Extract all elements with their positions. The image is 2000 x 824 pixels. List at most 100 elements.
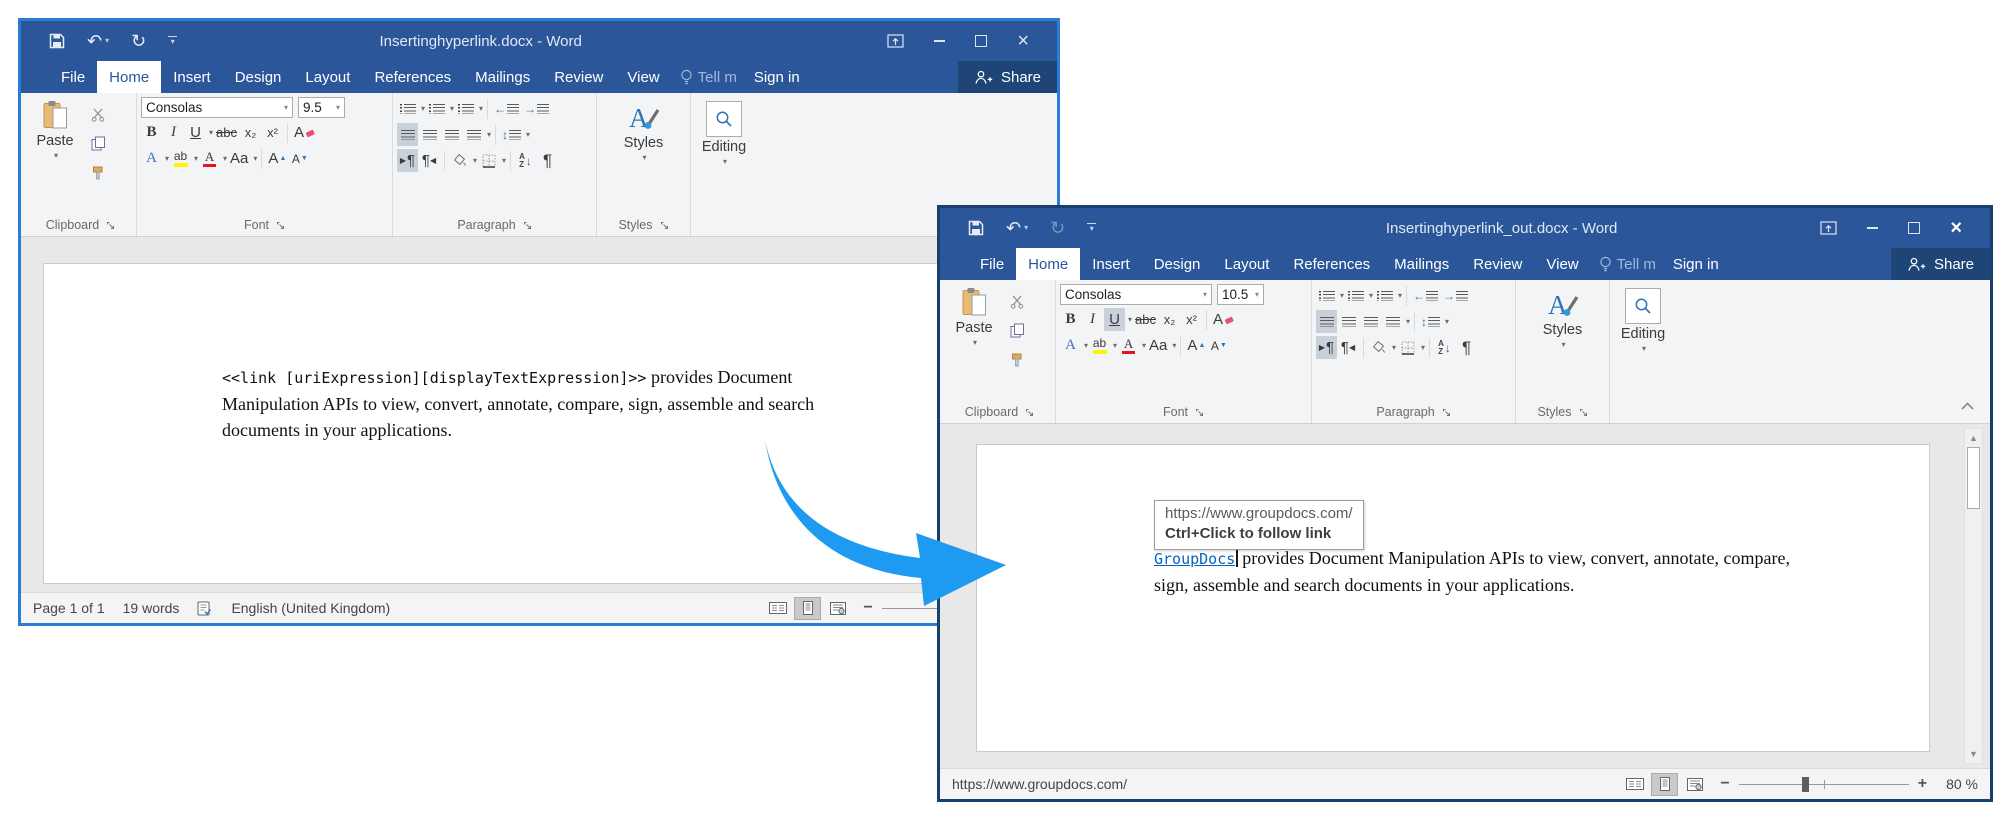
share-button[interactable]: Share	[958, 61, 1057, 93]
tab-home[interactable]: Home	[97, 61, 161, 93]
sign-in-button[interactable]: Sign in	[745, 61, 809, 93]
highlight-button[interactable]: ab	[1089, 334, 1110, 357]
font-color-button[interactable]: A	[199, 147, 220, 170]
document-page[interactable]: https://www.groupdocs.com/ Ctrl+Click to…	[976, 444, 1930, 752]
tab-references[interactable]: References	[362, 61, 463, 93]
font-size-combo[interactable]: 10.5▾	[1217, 284, 1264, 305]
grow-font-button[interactable]: A▲	[266, 147, 288, 170]
dialog-launcher-icon[interactable]	[276, 221, 285, 230]
copy-icon[interactable]	[88, 132, 109, 155]
align-center-icon[interactable]	[419, 123, 440, 146]
sign-in-button[interactable]: Sign in	[1664, 248, 1728, 280]
tab-design[interactable]: Design	[1142, 248, 1213, 280]
tell-me-button[interactable]: Tell m	[1591, 248, 1664, 280]
maximize-button[interactable]	[1908, 222, 1920, 234]
superscript-button[interactable]: x²	[1181, 308, 1202, 331]
text-effects-button[interactable]: A	[1060, 334, 1081, 357]
numbering-icon[interactable]	[1345, 284, 1366, 307]
increase-indent-icon[interactable]: →	[522, 97, 551, 120]
cut-icon[interactable]	[1007, 290, 1028, 313]
tab-file[interactable]: File	[49, 61, 97, 93]
proofing-icon[interactable]	[197, 601, 213, 616]
shading-icon[interactable]	[449, 149, 470, 172]
shading-icon[interactable]	[1368, 336, 1389, 359]
scroll-down-icon[interactable]: ▼	[1965, 745, 1982, 763]
strikethrough-button[interactable]: abc	[1133, 308, 1158, 331]
underline-button[interactable]: U	[1104, 308, 1125, 331]
print-layout-icon[interactable]	[1651, 773, 1678, 796]
font-name-combo[interactable]: Consolas▾	[1060, 284, 1212, 305]
tab-view[interactable]: View	[1534, 248, 1590, 280]
customize-qat-icon[interactable]: ▾	[1087, 223, 1096, 233]
italic-button[interactable]: I	[1082, 308, 1103, 331]
highlight-button[interactable]: ab	[170, 147, 191, 170]
numbering-icon[interactable]	[426, 97, 447, 120]
minimize-button[interactable]	[934, 40, 945, 42]
sort-icon[interactable]: AZ↓	[515, 149, 536, 172]
tab-view[interactable]: View	[615, 61, 671, 93]
underline-caret-icon[interactable]: ▾	[1128, 315, 1132, 324]
tell-me-button[interactable]: Tell m	[672, 61, 745, 93]
justify-icon[interactable]	[1382, 310, 1403, 333]
show-formatting-marks-icon[interactable]: ¶	[1456, 336, 1477, 359]
tab-design[interactable]: Design	[223, 61, 294, 93]
show-formatting-marks-icon[interactable]: ¶	[537, 149, 558, 172]
tab-layout[interactable]: Layout	[1212, 248, 1281, 280]
styles-button[interactable]: A Styles ▾	[1520, 284, 1605, 349]
dialog-launcher-icon[interactable]	[1025, 408, 1034, 417]
font-size-combo[interactable]: 9.5▾	[298, 97, 345, 118]
editing-button[interactable]: Editing ▾	[1614, 284, 1672, 353]
rtl-direction-icon[interactable]: ¶◀	[1338, 336, 1359, 359]
font-color-button[interactable]: A	[1118, 334, 1139, 357]
dialog-launcher-icon[interactable]	[106, 221, 115, 230]
tab-review[interactable]: Review	[542, 61, 615, 93]
grow-font-button[interactable]: A▲	[1185, 334, 1207, 357]
customize-qat-icon[interactable]: ▾	[168, 36, 177, 46]
bullets-icon[interactable]	[1316, 284, 1337, 307]
page-indicator[interactable]: Page 1 of 1	[33, 600, 105, 616]
align-left-icon[interactable]	[1316, 310, 1337, 333]
vertical-scrollbar[interactable]: ▲ ▼	[1964, 428, 1983, 764]
multilevel-list-icon[interactable]	[1374, 284, 1395, 307]
align-left-icon[interactable]	[397, 123, 418, 146]
zoom-track[interactable]	[1739, 784, 1909, 785]
tab-insert[interactable]: Insert	[161, 61, 223, 93]
shrink-font-button[interactable]: A▼	[1208, 334, 1229, 357]
tab-insert[interactable]: Insert	[1080, 248, 1142, 280]
tab-home[interactable]: Home	[1016, 248, 1080, 280]
dialog-launcher-icon[interactable]	[660, 221, 669, 230]
subscript-button[interactable]: x₂	[1159, 308, 1180, 331]
superscript-button[interactable]: x²	[262, 121, 283, 144]
redo-icon[interactable]: ↻	[131, 32, 146, 50]
shrink-font-button[interactable]: A▼	[289, 147, 310, 170]
decrease-indent-icon[interactable]: ←	[492, 97, 521, 120]
zoom-thumb[interactable]	[1802, 777, 1809, 792]
strikethrough-button[interactable]: abc	[214, 121, 239, 144]
ltr-direction-icon[interactable]: ▶¶	[1316, 336, 1337, 359]
bullets-icon[interactable]	[397, 97, 418, 120]
sort-icon[interactable]: AZ↓	[1434, 336, 1455, 359]
align-right-icon[interactable]	[441, 123, 462, 146]
borders-icon[interactable]	[1397, 336, 1418, 359]
italic-button[interactable]: I	[163, 121, 184, 144]
dialog-launcher-icon[interactable]	[1442, 408, 1451, 417]
read-mode-icon[interactable]	[1621, 773, 1648, 796]
tab-layout[interactable]: Layout	[293, 61, 362, 93]
undo-icon[interactable]: ↶▾	[87, 32, 109, 50]
subscript-button[interactable]: x₂	[240, 121, 261, 144]
increase-indent-icon[interactable]: →	[1441, 284, 1470, 307]
tab-review[interactable]: Review	[1461, 248, 1534, 280]
styles-button[interactable]: A Styles ▾	[601, 97, 686, 162]
format-painter-icon[interactable]	[1007, 348, 1028, 371]
close-button[interactable]: ×	[1017, 31, 1029, 51]
paste-button[interactable]: Paste ▾	[948, 284, 1000, 347]
tab-mailings[interactable]: Mailings	[1382, 248, 1461, 280]
close-button[interactable]: ×	[1950, 218, 1962, 238]
text-effects-button[interactable]: A	[141, 147, 162, 170]
tab-file[interactable]: File	[968, 248, 1016, 280]
underline-button[interactable]: U	[185, 121, 206, 144]
scroll-up-icon[interactable]: ▲	[1965, 429, 1982, 447]
ribbon-display-options-icon[interactable]	[887, 34, 904, 48]
align-center-icon[interactable]	[1338, 310, 1359, 333]
copy-icon[interactable]	[1007, 319, 1028, 342]
